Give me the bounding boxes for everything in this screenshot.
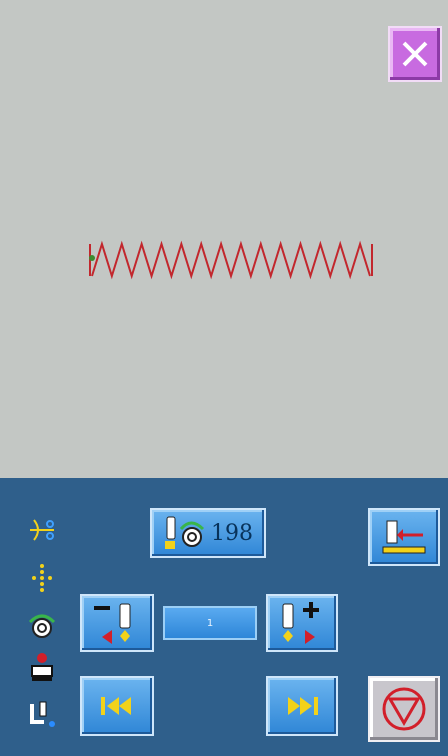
thread-trim-icon <box>24 512 60 548</box>
pattern-preview <box>0 0 448 478</box>
first-stitch-button[interactable] <box>80 676 154 736</box>
sewing-speed-button[interactable]: 198 <box>150 508 266 558</box>
return-origin-button[interactable] <box>368 508 440 566</box>
needle-step-back-icon <box>94 603 131 644</box>
skip-first-icon <box>101 697 131 715</box>
last-stitch-button[interactable] <box>266 676 338 736</box>
needle-step-forward-icon <box>282 602 319 644</box>
return-origin-icon <box>382 520 426 554</box>
presser-foot-icon <box>24 650 60 686</box>
step-forward-button[interactable] <box>266 594 338 652</box>
bobbin-icon <box>24 606 60 642</box>
step-back-button[interactable] <box>80 594 154 652</box>
start-point-marker <box>89 255 95 261</box>
needle-speed-icon <box>165 516 205 549</box>
stitch-pattern <box>89 240 373 280</box>
stop-button[interactable] <box>368 676 440 742</box>
close-button[interactable] <box>388 26 442 82</box>
stop-icon <box>382 687 426 731</box>
skip-last-icon <box>288 697 318 715</box>
speed-value: 198 <box>211 520 253 546</box>
close-icon <box>402 41 428 67</box>
step-count-field[interactable]: 1 <box>163 606 257 640</box>
stitch-path-icon <box>24 560 60 596</box>
needle-position-icon <box>24 696 60 732</box>
